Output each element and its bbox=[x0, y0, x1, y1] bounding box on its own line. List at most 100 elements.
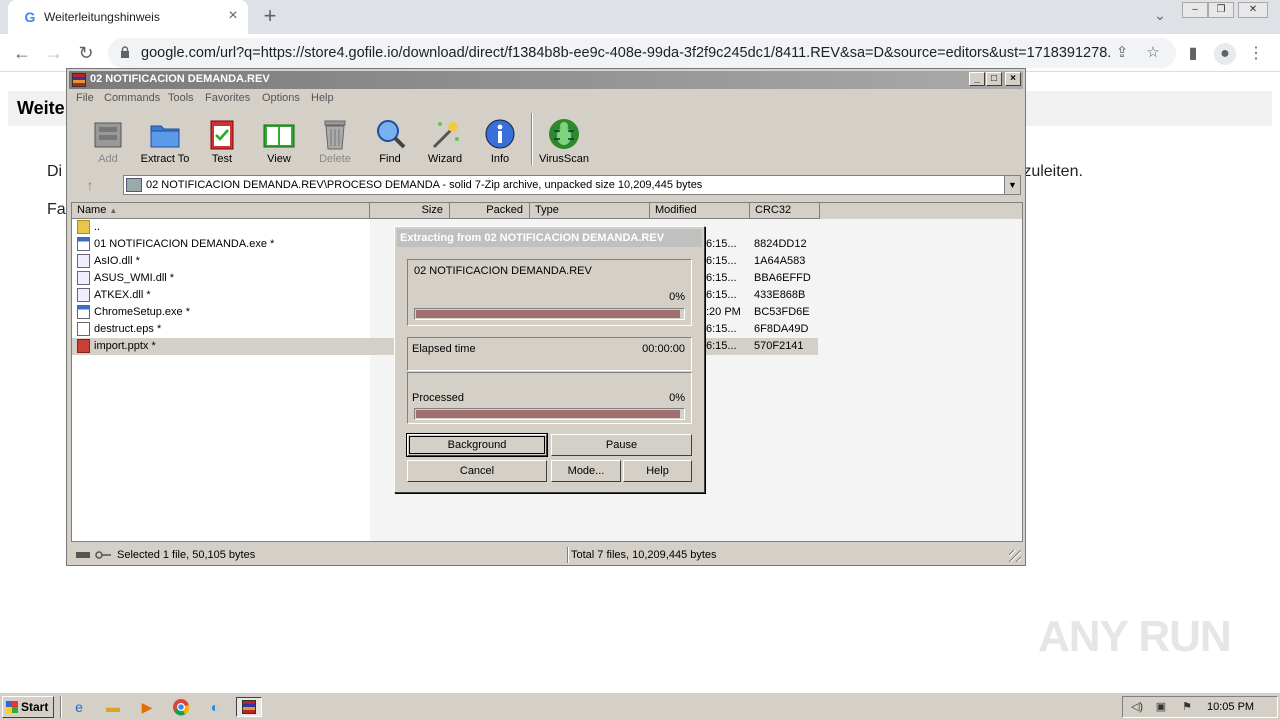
dialog-titlebar[interactable]: Extracting from 02 NOTIFICACION DEMANDA.… bbox=[397, 229, 702, 247]
winrar-menubar: File Commands Tools Favorites Options He… bbox=[69, 90, 1023, 108]
winrar-addressbar: ↑ 02 NOTIFICACION DEMANDA.REV\PROCESO DE… bbox=[73, 173, 1021, 197]
file-name-cell: 01 NOTIFICACION DEMANDA.exe * bbox=[72, 236, 370, 253]
close-tab-icon[interactable]: × bbox=[224, 7, 242, 25]
mode-button[interactable]: Mode... bbox=[551, 460, 621, 482]
pause-button[interactable]: Pause bbox=[551, 434, 692, 456]
tool-find-label: Find bbox=[379, 153, 401, 165]
tool-view-button[interactable]: View bbox=[250, 109, 308, 169]
tool-extract-label: Extract To bbox=[140, 153, 190, 165]
new-tab-plus-icon[interactable]: + bbox=[258, 5, 282, 29]
column-name[interactable]: Name ▲ bbox=[72, 203, 370, 219]
forward-arrow-icon[interactable]: → bbox=[42, 42, 66, 64]
tool-add-button[interactable]: Add bbox=[79, 109, 137, 169]
file-name: ASUS_WMI.dll * bbox=[94, 272, 175, 284]
up-arrow-icon[interactable]: ↑ bbox=[75, 175, 105, 195]
share-icon[interactable]: ⇪ bbox=[1113, 44, 1131, 62]
tool-delete-label: Delete bbox=[319, 153, 351, 165]
side-panel-icon[interactable]: ▮ bbox=[1182, 43, 1204, 65]
winrar-titlebar[interactable]: 02 NOTIFICACION DEMANDA.REV _ □ × bbox=[69, 71, 1023, 89]
browser-toolbar: ← → ↻ google.com/url?q=https://store4.go… bbox=[0, 34, 1280, 72]
winrar-taskbar-icon[interactable] bbox=[236, 697, 262, 717]
sort-ascending-icon: ▲ bbox=[109, 206, 118, 215]
file-modified: 6:15... bbox=[706, 238, 737, 250]
processed-label: Processed bbox=[412, 392, 464, 404]
file-name: ATKEX.dll * bbox=[94, 289, 151, 301]
file-progress-fill bbox=[416, 310, 680, 318]
file-name-cell: AsIO.dll * bbox=[72, 253, 370, 270]
internet-explorer-icon[interactable]: e bbox=[68, 697, 90, 717]
processed-progress-fill bbox=[416, 410, 680, 418]
cancel-button[interactable]: Cancel bbox=[407, 460, 547, 482]
column-packed[interactable]: Packed bbox=[450, 203, 530, 219]
tool-test-label: Test bbox=[211, 153, 233, 165]
tool-virusscan-button[interactable]: VirusScan bbox=[535, 109, 593, 169]
winrar-minimize-icon[interactable]: _ bbox=[969, 72, 985, 86]
tool-wizard-button[interactable]: Wizard bbox=[416, 109, 474, 169]
menu-commands[interactable]: Commands bbox=[104, 92, 160, 104]
taskbar-clock: 10:05 PM bbox=[1207, 701, 1255, 713]
winrar-close-icon[interactable]: × bbox=[1005, 72, 1021, 86]
status-divider bbox=[567, 547, 569, 563]
tool-info-button[interactable]: Info bbox=[471, 109, 529, 169]
tool-delete-button[interactable]: Delete bbox=[306, 109, 364, 169]
volume-icon[interactable]: ◁) bbox=[1129, 700, 1145, 714]
flag-icon[interactable]: ⚑ bbox=[1179, 700, 1195, 714]
tool-test-button[interactable]: Test bbox=[193, 109, 251, 169]
file-name: import.pptx * bbox=[94, 340, 156, 352]
tool-virusscan-label: VirusScan bbox=[539, 153, 589, 165]
page-text-line1-end: rzuleiten. bbox=[1018, 163, 1083, 180]
edge-icon[interactable]: ◐ bbox=[204, 697, 226, 717]
file-explorer-icon[interactable]: ▬ bbox=[102, 697, 124, 717]
tab-search-chevron-icon[interactable]: ⌄ bbox=[1150, 7, 1170, 27]
column-type[interactable]: Type bbox=[530, 203, 650, 219]
help-button[interactable]: Help bbox=[623, 460, 692, 482]
file-name-cell: import.pptx * bbox=[72, 338, 370, 355]
resize-grip-icon[interactable] bbox=[1009, 550, 1021, 562]
column-size[interactable]: Size bbox=[370, 203, 450, 219]
file-crc32: 6F8DA49D bbox=[754, 323, 809, 335]
minimize-icon[interactable]: – bbox=[1182, 2, 1208, 18]
close-window-icon[interactable]: ✕ bbox=[1238, 2, 1268, 18]
file-modified: 6:15... bbox=[706, 340, 737, 352]
browser-tab[interactable]: G Weiterleitungshinweis × bbox=[8, 0, 248, 34]
tool-extract-to-button[interactable]: Extract To bbox=[136, 109, 194, 169]
winrar-maximize-icon[interactable]: □ bbox=[986, 72, 1002, 86]
column-crc32[interactable]: CRC32 bbox=[750, 203, 820, 219]
file-name: .. bbox=[94, 221, 101, 233]
menu-options[interactable]: Options bbox=[262, 92, 300, 104]
back-arrow-icon[interactable]: ← bbox=[10, 42, 34, 64]
archive-path-field[interactable]: 02 NOTIFICACION DEMANDA.REV\PROCESO DEMA… bbox=[123, 175, 1021, 195]
current-file-group: 02 NOTIFICACION DEMANDA.REV 0% bbox=[407, 259, 692, 326]
file-name-cell: ATKEX.dll * bbox=[72, 287, 370, 304]
menu-kebab-icon[interactable]: ⋮ bbox=[1245, 43, 1267, 65]
dll-file-icon bbox=[77, 288, 90, 302]
file-modified: 6:15... bbox=[706, 272, 737, 284]
column-modified[interactable]: Modified bbox=[650, 203, 750, 219]
reload-icon[interactable]: ↻ bbox=[74, 42, 98, 64]
profile-avatar-icon[interactable]: ● bbox=[1214, 43, 1236, 65]
menu-favorites[interactable]: Favorites bbox=[205, 92, 250, 104]
file-name: AsIO.dll * bbox=[94, 255, 140, 267]
path-dropdown-icon[interactable]: ▼ bbox=[1004, 176, 1020, 194]
chrome-icon[interactable] bbox=[170, 697, 192, 717]
file-progress-bar bbox=[414, 308, 685, 320]
restore-icon[interactable]: ❐ bbox=[1208, 2, 1234, 18]
start-label: Start bbox=[21, 700, 49, 714]
media-player-icon[interactable]: ▶ bbox=[136, 697, 158, 717]
start-button[interactable]: Start bbox=[2, 696, 54, 718]
address-bar[interactable]: google.com/url?q=https://store4.gofile.i… bbox=[108, 38, 1176, 68]
exe-file-icon bbox=[77, 305, 90, 319]
menu-tools[interactable]: Tools bbox=[168, 92, 194, 104]
background-button[interactable]: Background bbox=[407, 434, 547, 456]
drive-key-icon bbox=[76, 551, 111, 559]
network-icon[interactable]: ▣ bbox=[1153, 700, 1169, 714]
menu-file[interactable]: File bbox=[76, 92, 94, 104]
tool-view-label: View bbox=[267, 153, 291, 165]
bookmark-star-icon[interactable]: ☆ bbox=[1144, 44, 1162, 62]
tool-find-button[interactable]: Find bbox=[361, 109, 419, 169]
file-modified: 6:15... bbox=[706, 323, 737, 335]
file-modified: 6:15... bbox=[706, 289, 737, 301]
tool-add-label: Add bbox=[98, 153, 118, 165]
view-book-icon bbox=[263, 124, 295, 148]
menu-help[interactable]: Help bbox=[311, 92, 334, 104]
